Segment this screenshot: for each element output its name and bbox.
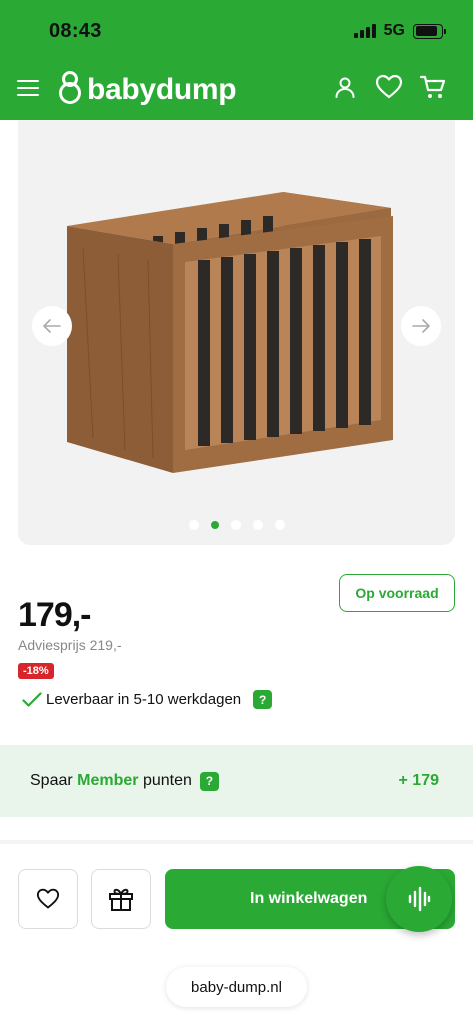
logo[interactable]: babydump [57,70,237,109]
member-suffix: punten [142,772,192,789]
battery-icon [413,23,446,39]
account-icon[interactable] [331,73,359,101]
voice-assistant-button[interactable] [386,866,452,932]
app-header: 08:43 5G babydump [0,0,473,120]
next-image-button[interactable] [401,306,441,346]
gallery-pagination [18,520,455,530]
delivery-help-button[interactable]: ? [253,690,273,709]
browser-url-bar[interactable]: baby-dump.nl [166,967,307,1007]
gallery-dot-active[interactable] [210,521,219,529]
stock-status-badge: Op voorraad [339,574,455,612]
advice-price: Adviesprijs 219,- [18,637,122,653]
menu-icon[interactable] [16,76,40,100]
header-actions [331,73,447,101]
product-price: 179,- [18,596,91,634]
arrow-right-icon [412,319,430,333]
gift-icon [109,888,133,911]
product-gallery[interactable] [18,120,455,545]
add-to-cart-label: In winkelwagen [250,890,368,907]
previous-image-button[interactable] [32,306,72,346]
network-label: 5G [383,22,405,39]
delivery-text: Leverbaar in 5-10 werkdagen [46,691,242,708]
heart-outline-icon [36,888,60,909]
gallery-dot[interactable] [274,520,285,530]
wishlist-button[interactable] [18,869,78,929]
member-highlight: Member [77,772,139,789]
audio-wave-icon [408,886,431,912]
check-icon [22,691,42,707]
gallery-dot[interactable] [252,520,263,530]
delivery-info: Leverbaar in 5-10 werkdagen ? [22,690,273,709]
discount-badge: -18% [18,663,54,679]
section-divider [0,840,473,844]
arrow-left-icon [43,319,61,333]
status-time: 08:43 [49,20,102,42]
logo-text: babydump [87,72,237,106]
product-image-crib [67,192,393,473]
member-points-banner: Spaar Member punten ? + 179 [0,745,473,817]
cart-icon[interactable] [419,73,447,101]
member-points-value: + 179 [398,772,439,789]
heart-icon[interactable] [375,73,403,101]
signal-icon [353,24,376,38]
member-help-button[interactable]: ? [199,771,219,791]
gift-button[interactable] [91,869,151,929]
status-indicators: 5G [353,22,446,40]
gallery-dot[interactable] [230,520,241,530]
browser-url-text: baby-dump.nl [191,978,282,996]
babydump-logo-icon [57,70,83,109]
gallery-dot[interactable] [188,520,199,530]
member-prefix: Spaar [30,772,73,789]
